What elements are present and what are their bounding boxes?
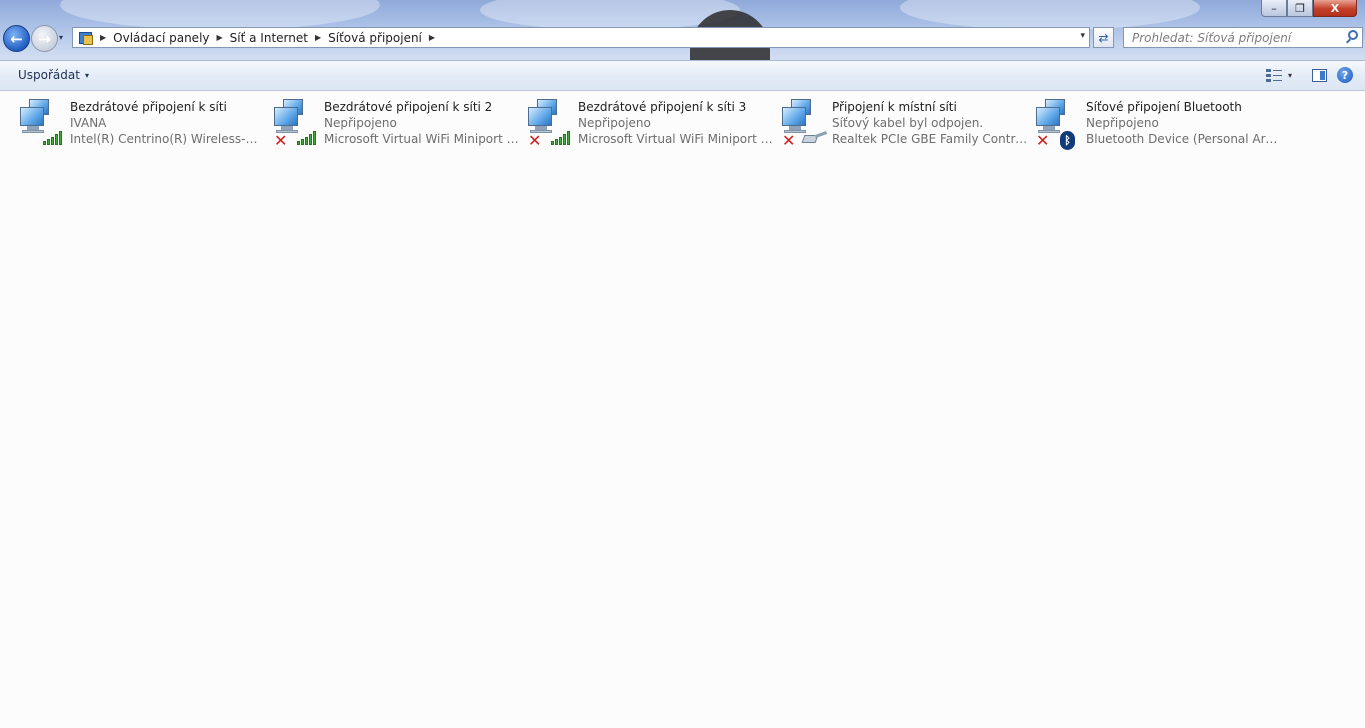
address-bar[interactable]: ▶ Ovládací panely ▶ Síť a Internet ▶ Síť… bbox=[72, 27, 1090, 48]
breadcrumb-network-connections[interactable]: Síťová připojení bbox=[328, 31, 422, 45]
disconnected-x-icon: ✕ bbox=[528, 131, 542, 150]
connection-device: Microsoft Virtual WiFi Miniport A... bbox=[324, 132, 520, 146]
network-computer-icon bbox=[17, 99, 67, 147]
chevron-down-icon: ▾ bbox=[84, 70, 89, 80]
bluetooth-icon: ᛒ bbox=[1060, 131, 1075, 150]
chevron-right-icon[interactable]: ▶ bbox=[429, 33, 435, 42]
disconnected-x-icon: ✕ bbox=[782, 131, 796, 150]
connection-name: Síťové připojení Bluetooth bbox=[1086, 100, 1242, 114]
command-bar: Uspořádat ▾ ▾ ? bbox=[0, 60, 1365, 91]
chevron-right-icon[interactable]: ▶ bbox=[100, 33, 106, 42]
disconnected-x-icon: ✕ bbox=[274, 131, 288, 150]
arrow-right-icon: → bbox=[38, 29, 51, 48]
search-icon[interactable] bbox=[1348, 30, 1358, 40]
disconnected-x-icon: ✕ bbox=[1036, 131, 1050, 150]
connection-wireless-2[interactable]: ✕ Bezdrátové připojení k síti 2 Nepřipoj… bbox=[271, 96, 521, 152]
search-input[interactable] bbox=[1124, 28, 1342, 47]
network-cable-icon bbox=[801, 131, 828, 143]
organize-menu-button[interactable]: Uspořádat ▾ bbox=[18, 68, 89, 82]
refresh-icon: ⇄ bbox=[1098, 30, 1109, 45]
breadcrumb-network-internet[interactable]: Síť a Internet bbox=[230, 31, 308, 45]
connection-status: Nepřipojeno bbox=[578, 116, 651, 130]
network-computer-icon: ✕ bbox=[525, 99, 575, 150]
preview-pane-icon[interactable] bbox=[1312, 68, 1327, 82]
forward-button[interactable]: → bbox=[31, 25, 58, 52]
control-panel-icon bbox=[77, 31, 93, 45]
background-cloud bbox=[900, 0, 1200, 30]
view-options-dropdown[interactable]: ▾ bbox=[1288, 71, 1292, 80]
close-button[interactable]: X bbox=[1313, 0, 1357, 17]
network-computer-icon: ✕ bbox=[779, 99, 829, 150]
network-computer-icon: ✕ bbox=[271, 99, 321, 150]
connections-list: Bezdrátové připojení k síti IVANA Intel(… bbox=[0, 96, 1365, 156]
wifi-signal-icon bbox=[297, 131, 317, 145]
refresh-button[interactable]: ⇄ bbox=[1093, 27, 1114, 48]
wifi-signal-icon bbox=[551, 131, 571, 145]
connection-status: Nepřipojeno bbox=[1086, 116, 1159, 130]
address-history-dropdown[interactable]: ▾ bbox=[1080, 31, 1085, 41]
search-box[interactable] bbox=[1123, 27, 1363, 48]
change-view-icon[interactable] bbox=[1265, 68, 1282, 82]
connection-local-area[interactable]: ✕ Připojení k místní síti Síťový kabel b… bbox=[779, 96, 1029, 152]
recent-pages-dropdown[interactable]: ▾ bbox=[59, 33, 63, 42]
connection-bluetooth[interactable]: ✕ ᛒ Síťové připojení Bluetooth Nepřipoje… bbox=[1033, 96, 1283, 152]
organize-label: Uspořádat bbox=[18, 68, 80, 82]
connection-name: Připojení k místní síti bbox=[832, 100, 957, 114]
network-computer-icon: ✕ ᛒ bbox=[1033, 99, 1083, 150]
title-bar: – ❐ X ← → ▾ ▶ Ovládací panely ▶ Síť a In… bbox=[0, 0, 1365, 60]
chevron-right-icon[interactable]: ▶ bbox=[315, 33, 321, 42]
connection-wireless-3[interactable]: ✕ Bezdrátové připojení k síti 3 Nepřipoj… bbox=[525, 96, 775, 152]
connection-name: Bezdrátové připojení k síti bbox=[70, 100, 227, 114]
chevron-right-icon[interactable]: ▶ bbox=[217, 33, 223, 42]
connection-name: Bezdrátové připojení k síti 3 bbox=[578, 100, 747, 114]
window-controls: – ❐ X bbox=[1261, 0, 1357, 18]
help-icon[interactable]: ? bbox=[1337, 67, 1353, 83]
connection-status: Síťový kabel byl odpojen. bbox=[832, 116, 984, 130]
wifi-signal-icon bbox=[43, 131, 63, 145]
connection-device: Realtek PCIe GBE Family Controller bbox=[832, 132, 1028, 146]
connection-wireless-1[interactable]: Bezdrátové připojení k síti IVANA Intel(… bbox=[17, 96, 267, 152]
connection-device: Microsoft Virtual WiFi Miniport A... bbox=[578, 132, 774, 146]
connection-name: Bezdrátové připojení k síti 2 bbox=[324, 100, 493, 114]
arrow-left-icon: ← bbox=[10, 29, 23, 48]
minimize-button[interactable]: – bbox=[1261, 0, 1287, 17]
connection-status: Nepřipojeno bbox=[324, 116, 397, 130]
restore-button[interactable]: ❐ bbox=[1287, 0, 1313, 17]
connection-device: Bluetooth Device (Personal Area ... bbox=[1086, 132, 1282, 146]
background-cloud bbox=[60, 0, 380, 30]
connection-status: IVANA bbox=[70, 116, 107, 130]
breadcrumb-control-panel[interactable]: Ovládací panely bbox=[113, 31, 209, 45]
connection-device: Intel(R) Centrino(R) Wireless-N 22... bbox=[70, 132, 266, 146]
back-button[interactable]: ← bbox=[3, 25, 30, 52]
